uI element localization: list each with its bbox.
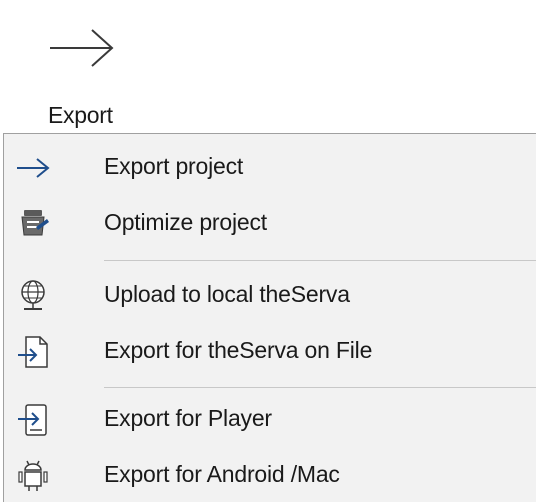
android-icon xyxy=(18,460,48,491)
menu-item-optimize-project[interactable]: Optimize project xyxy=(4,195,536,251)
menu-item-export-project[interactable]: Export project xyxy=(4,139,536,195)
menu-item-label: Optimize project xyxy=(104,209,267,235)
export-dropdown-menu: Export project Optimize project Upload t… xyxy=(3,133,536,502)
menu-item-label: Export for theServa on File xyxy=(104,337,373,363)
menu-item-upload-local-theserva[interactable]: Upload to local theServa xyxy=(4,267,536,323)
export-label: Export xyxy=(48,102,113,128)
menu-separator xyxy=(104,260,536,261)
optimize-icon xyxy=(21,210,49,236)
menu-item-label: Export for Android /Mac xyxy=(104,461,340,487)
menu-separator xyxy=(104,387,536,388)
ribbon-panel: Export xyxy=(0,0,536,133)
arrow-right-icon xyxy=(50,29,114,67)
menu-item-label: Upload to local theServa xyxy=(104,281,350,307)
menu-item-label: Export for Player xyxy=(104,405,272,431)
arrow-right-icon xyxy=(17,158,50,178)
file-export-icon xyxy=(18,336,48,368)
menu-item-export-theserva-file[interactable]: Export for theServa on File xyxy=(4,323,536,379)
globe-network-icon xyxy=(21,280,45,310)
export-ribbon-button[interactable]: Export xyxy=(18,8,168,130)
menu-item-export-android-mac[interactable]: Export for Android /Mac xyxy=(4,447,536,503)
menu-item-export-player[interactable]: Export for Player xyxy=(4,391,536,447)
device-export-icon xyxy=(18,404,47,436)
menu-item-label: Export project xyxy=(104,153,244,179)
